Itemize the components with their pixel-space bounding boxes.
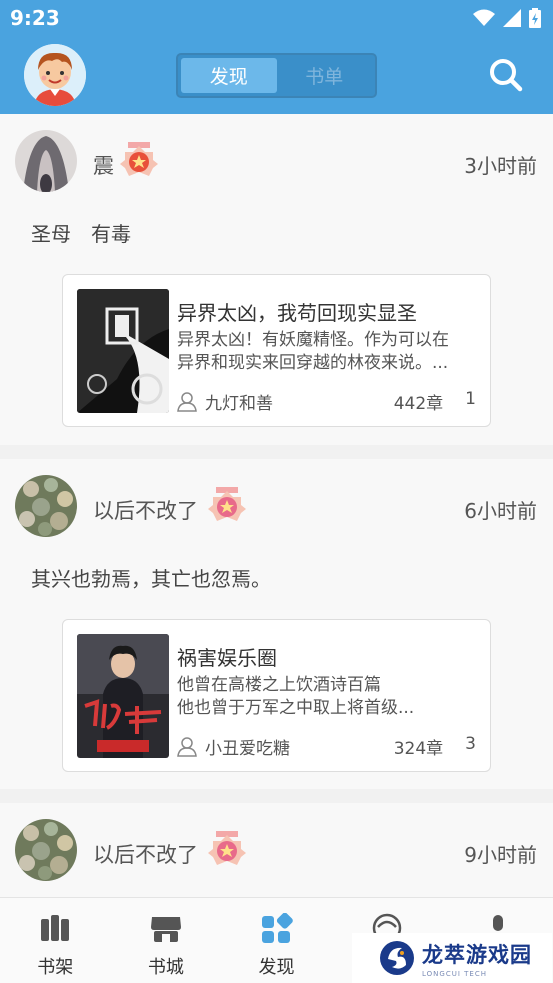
person-icon [177,391,197,412]
status-bar: 9:23 [0,0,553,36]
post-time: 9小时前 [464,843,537,867]
dragon-logo-icon [380,941,414,975]
post-text: 圣母 有毒 [31,222,131,246]
post-avatar[interactable] [15,130,77,192]
battery-icon [529,8,541,28]
rank-badge-icon [208,831,246,865]
post-username[interactable]: 以后不改了 [93,839,198,869]
header-segmented-control: 发现 书单 [176,53,377,98]
user-avatar[interactable] [24,44,86,106]
status-time: 9:23 [10,6,60,30]
search-button[interactable] [489,58,523,92]
book-description: 异界太凶！有妖魔精怪。作为可以在 异界和现实来回穿越的林夜来说。... [177,330,449,373]
book-stats: 442章 1 [394,389,476,414]
book-cover [77,634,169,758]
book-card[interactable]: 异界太凶，我苟回现实显圣 异界太凶！有妖魔精怪。作为可以在 异界和现实来回穿越的… [62,274,491,427]
book-card[interactable]: 祸害娱乐圈 他曾在高楼之上饮酒诗百篇 他也曾于万军之中取上将首级... 小丑爱吃… [62,619,491,772]
watermark-logo: 龙萃游戏园 LONGCUI TECH [352,933,552,983]
book-list-count: 3 [465,734,476,754]
book-author: 小丑爱吃糖 [177,734,290,759]
person-icon [177,736,197,757]
post-time: 6小时前 [464,499,537,523]
cartoon-boy-icon [24,44,86,106]
watermark-title: 龙萃游戏园 [422,942,532,967]
post-avatar[interactable] [15,475,77,537]
nav-bookstore[interactable]: 书城 [111,898,222,983]
rank-badge-icon [120,142,158,176]
book-chapters: 442章 [393,394,444,414]
discover-icon [262,913,294,943]
feed-post[interactable]: 以后不改了 6小时前 其兴也勃焉，其亡也忽焉。 祸害娱乐圈 他曾在高楼之上饮酒诗… [0,459,553,789]
discover-feed[interactable]: 震 3小时前 圣母 有毒 异界太凶，我苟回现实显圣 异界太凶！有妖魔精怪。作为可… [0,114,553,897]
feed-post[interactable]: 震 3小时前 圣母 有毒 异界太凶，我苟回现实显圣 异界太凶！有妖魔精怪。作为可… [0,114,553,445]
post-time: 3小时前 [464,154,537,178]
post-username[interactable]: 震 [93,150,114,180]
book-author: 九灯和善 [177,389,273,414]
feed-post[interactable]: 以后不改了 9小时前 [0,803,553,897]
tab-discover[interactable]: 发现 [181,58,277,93]
book-cover [77,289,169,413]
book-stats: 324章 3 [394,734,476,759]
book-title: 祸害娱乐圈 [177,646,277,670]
wifi-icon [473,9,495,26]
post-username[interactable]: 以后不改了 [93,495,198,525]
post-avatar[interactable] [15,819,77,881]
watermark-subtitle: LONGCUI TECH [422,969,487,978]
signal-icon [503,9,521,27]
bookshelf-icon [41,915,70,941]
book-chapters: 324章 [393,739,444,759]
book-title: 异界太凶，我苟回现实显圣 [177,301,417,325]
search-icon [490,59,523,92]
rank-badge-icon [208,487,246,521]
post-text: 其兴也勃焉，其亡也忽焉。 [31,567,271,591]
tab-booklist[interactable]: 书单 [277,58,373,93]
book-list-count: 1 [465,389,476,409]
nav-discover[interactable]: 发现 [221,898,332,983]
nav-bookshelf[interactable]: 书架 [0,898,111,983]
app-header: 发现 书单 [0,36,553,114]
book-description: 他曾在高楼之上饮酒诗百篇 他也曾于万军之中取上将首级... [177,675,415,718]
bookstore-icon [150,917,181,942]
